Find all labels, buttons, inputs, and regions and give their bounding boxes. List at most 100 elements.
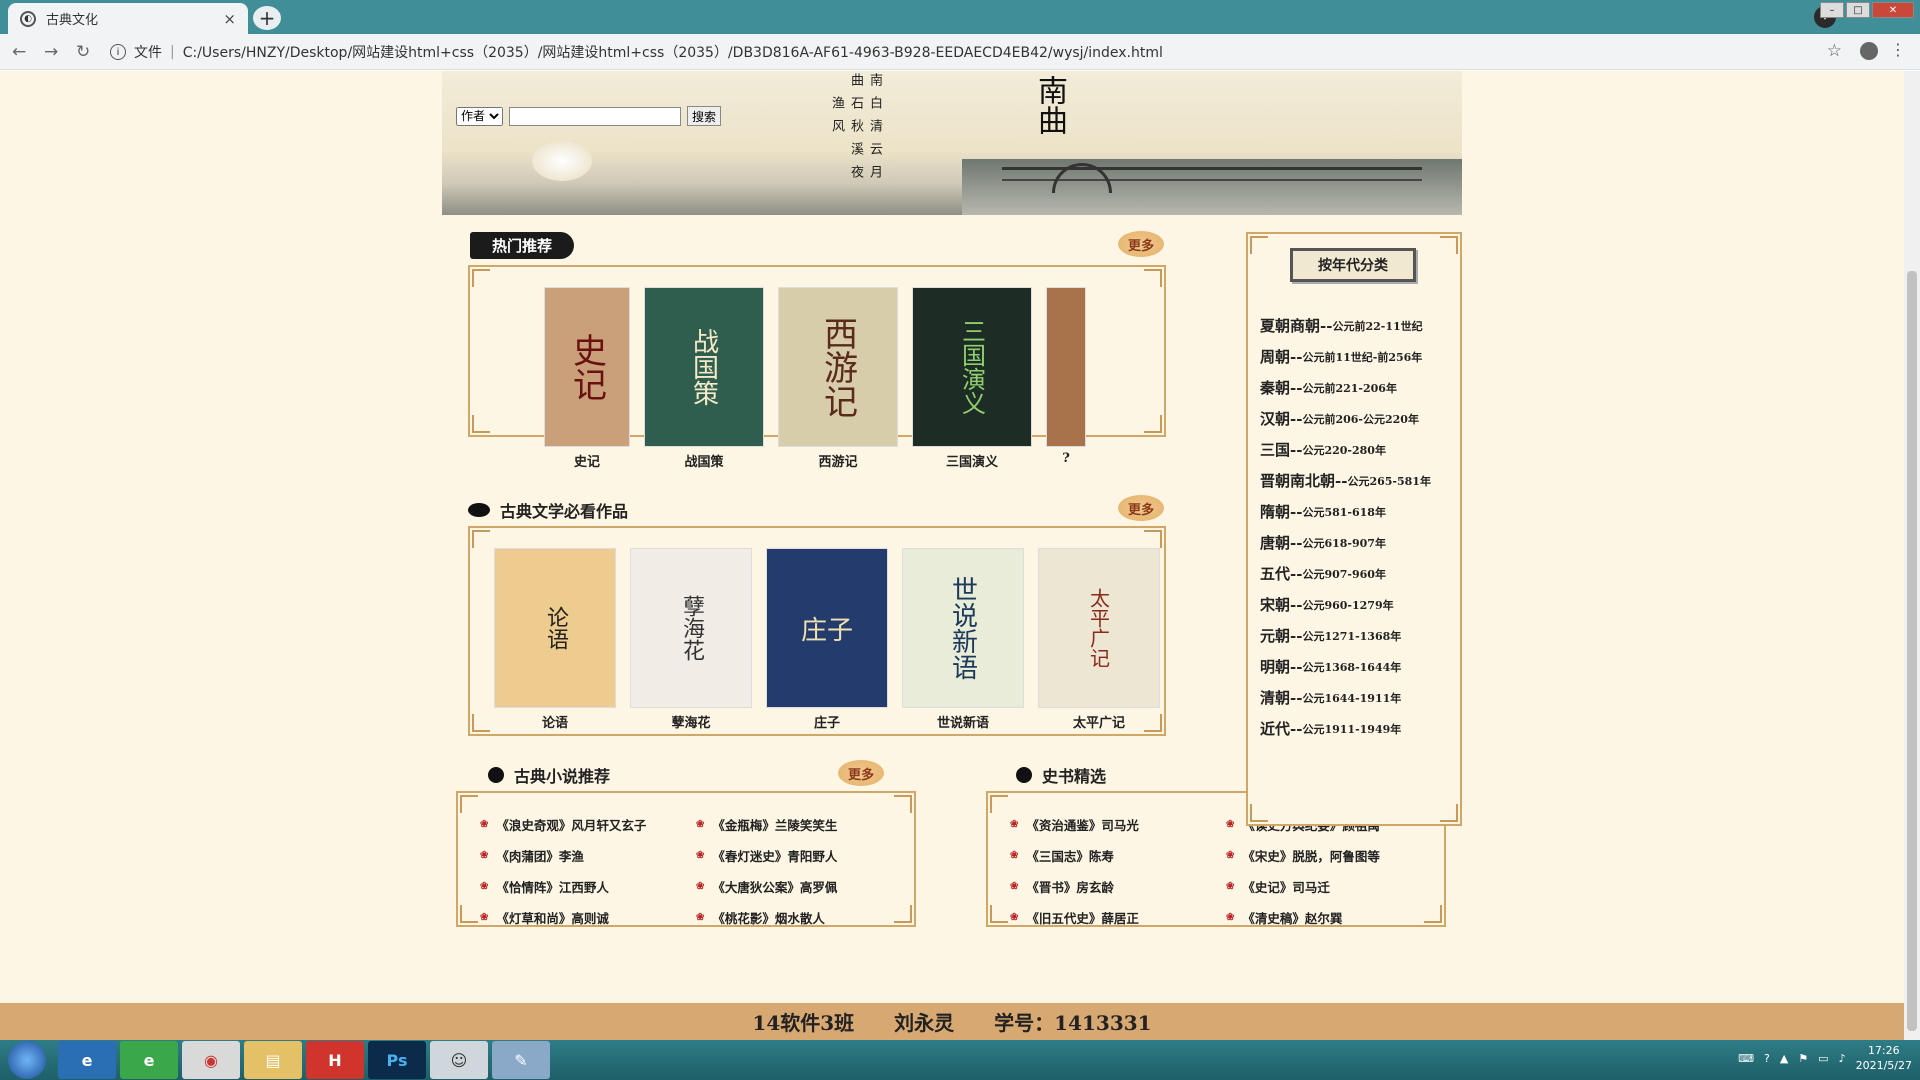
book-item[interactable]: 战国策 战国策 (644, 287, 764, 470)
list-item[interactable]: ❀ 《大唐狄公案》高罗佩 (696, 875, 912, 897)
start-button[interactable] (8, 1041, 46, 1079)
minimize-button[interactable]: – (1820, 2, 1844, 18)
maximize-button[interactable]: □ (1846, 2, 1870, 18)
list-item[interactable]: ❀ 《恰情阵》江西野人 (480, 875, 696, 897)
volume-icon[interactable]: ♪ (1839, 1052, 1846, 1065)
era-item[interactable]: 夏朝商朝-- 公元前22-11世纪 (1260, 310, 1460, 341)
hot-section-title: 热门推荐 (470, 232, 575, 259)
era-item[interactable]: 五代-- 公元907-960年 (1260, 558, 1460, 589)
hbuilder-icon[interactable]: H (306, 1041, 364, 1079)
browser-360-icon[interactable]: e (120, 1041, 178, 1079)
era-item[interactable]: 隋朝-- 公元581-618年 (1260, 496, 1460, 527)
book-item[interactable]: 世说新语 世说新语 (902, 548, 1024, 731)
menu-icon[interactable]: ⋮ (1890, 40, 1906, 59)
url-field[interactable]: i 文件 | C:/Users/HNZY/Desktop/网站建设html+cs… (110, 38, 1830, 66)
keyboard-icon[interactable]: ⌨ (1738, 1052, 1754, 1065)
chrome-icon[interactable]: ◉ (182, 1041, 240, 1079)
avatar-app-icon[interactable]: ☺ (430, 1041, 488, 1079)
window-close-button[interactable]: ✕ (1872, 2, 1914, 18)
hot-more-button[interactable]: 更多 (1118, 231, 1164, 257)
era-list: 夏朝商朝-- 公元前22-11世纪 周朝-- 公元前11世纪-前256年 秦朝-- 公… (1260, 310, 1460, 744)
tab-title: 古典文化 (46, 13, 99, 28)
ink-icon (468, 503, 490, 517)
list-item[interactable]: ❀ 《三国志》陈寿 (1010, 844, 1226, 866)
clock[interactable]: 17:26 2021/5/27 (1856, 1043, 1912, 1073)
taskbar: e e ◉ ▤ H Ps ☺ ✎ ⌨ ? ▲ ⚑ ▭ ♪ 17:26 2021/… (0, 1040, 1920, 1080)
ie-icon[interactable]: e (58, 1041, 116, 1079)
ink-dot-icon (488, 767, 504, 783)
back-icon[interactable]: ← (12, 42, 26, 62)
network-icon[interactable]: ▭ (1818, 1052, 1828, 1065)
era-item[interactable]: 周朝-- 公元前11世纪-前256年 (1260, 341, 1460, 372)
reload-icon[interactable]: ↻ (76, 42, 90, 62)
vertical-scrollbar[interactable] (1904, 71, 1920, 1040)
close-icon[interactable]: × (223, 10, 236, 28)
list-item[interactable]: ❀ 《桃花影》烟水散人 (696, 906, 912, 928)
photoshop-icon[interactable]: Ps (368, 1041, 426, 1079)
classics-frame: 论语 论语 孽海花 孽海花 庄子 庄子 世说新语 世说新语 太平广记 太平广记 (468, 526, 1166, 736)
list-item[interactable]: ❀ 《金瓶梅》兰陵笑笑生 (696, 813, 912, 835)
scrollbar-thumb[interactable] (1907, 271, 1917, 1031)
system-tray: ⌨ ? ▲ ⚑ ▭ ♪ 17:26 2021/5/27 (1738, 1043, 1912, 1073)
era-item[interactable]: 唐朝-- 公元618-907年 (1260, 527, 1460, 558)
info-icon[interactable]: i (110, 44, 126, 60)
novels-more-button[interactable]: 更多 (838, 760, 884, 786)
search-type-select[interactable]: 作者 (456, 106, 503, 126)
page-content: 南曲 白石渔 清秋风 云溪 月夜 南曲 作者 搜索 热门推荐 更多 史记 史记 … (0, 71, 1904, 1040)
list-item[interactable]: ❀ 《宋史》脱脱，阿鲁图等 (1226, 844, 1442, 866)
new-tab-button[interactable]: + (253, 6, 281, 30)
book-item[interactable]: 史记 史记 (544, 287, 630, 470)
forward-icon[interactable]: → (44, 42, 58, 62)
bookmark-star-icon[interactable]: ☆ (1827, 41, 1842, 61)
list-item[interactable]: ❀ 《旧五代史》薛居正 (1010, 906, 1226, 928)
list-item[interactable]: ❀ 《史记》司马迁 (1226, 875, 1442, 897)
list-item[interactable]: ❀ 《春灯迷史》青阳野人 (696, 844, 912, 866)
novels-list: ❀ 《浪史奇观》风月轩又玄子 ❀ 《金瓶梅》兰陵笑笑生 ❀ 《肉蒲团》李渔 ❀ 《春灯迷… (480, 813, 912, 928)
up-arrow-icon[interactable]: ▲ (1780, 1052, 1788, 1065)
era-item[interactable]: 宋朝-- 公元960-1279年 (1260, 589, 1460, 620)
browser-tab[interactable]: ◐ 古典文化 × (8, 3, 248, 34)
paint-icon[interactable]: ✎ (492, 1041, 550, 1079)
list-item[interactable]: ❀ 《资治通鉴》司马光 (1010, 813, 1226, 835)
book-item[interactable]: 论语 论语 (494, 548, 616, 731)
banner-title: 南曲 (1032, 75, 1067, 135)
ink-dot-icon (1016, 767, 1032, 783)
hot-frame: 史记 史记 战国策 战国策 西游记 西游记 三国演义 三国演义 ? (468, 265, 1166, 470)
book-item[interactable]: 西游记 西游记 (778, 287, 898, 470)
history-section-title: 史书精选 (1016, 763, 1106, 787)
url-text: C:/Users/HNZY/Desktop/网站建设html+css（2035）… (182, 45, 1163, 61)
book-item[interactable]: 三国演义 三国演义 (912, 287, 1032, 470)
era-item[interactable]: 三国-- 公元220-280年 (1260, 434, 1460, 465)
book-item[interactable]: 庄子 庄子 (766, 548, 888, 731)
flag-icon[interactable]: ⚑ (1798, 1052, 1808, 1065)
search-input[interactable] (509, 106, 681, 126)
footer-id: 学号：1413331 (994, 1011, 1152, 1035)
help-icon[interactable]: ? (1764, 1052, 1770, 1065)
explorer-icon[interactable]: ▤ (244, 1041, 302, 1079)
era-item[interactable]: 汉朝-- 公元前206-公元220年 (1260, 403, 1460, 434)
account-icon[interactable] (1860, 42, 1878, 60)
classics-section-title: 古典文学必看作品 (468, 498, 628, 522)
list-item[interactable]: ❀ 《肉蒲团》李渔 (480, 844, 696, 866)
book-item[interactable]: 太平广记 太平广记 (1038, 548, 1160, 731)
list-item[interactable]: ❀ 《浪史奇观》风月轩又玄子 (480, 813, 696, 835)
era-item[interactable]: 明朝-- 公元1368-1644年 (1260, 651, 1460, 682)
novels-section-title: 古典小说推荐 (488, 763, 610, 787)
search-button[interactable]: 搜索 (687, 106, 722, 126)
separator: | (170, 44, 175, 60)
book-item[interactable]: 孽海花 孽海花 (630, 548, 752, 731)
era-item[interactable]: 清朝-- 公元1644-1911年 (1260, 682, 1460, 713)
list-item[interactable]: ❀ 《清史稿》赵尔巽 (1226, 906, 1442, 928)
page-footer: 14软件3班 刘永灵 学号：1413331 (0, 1003, 1904, 1040)
book-item[interactable]: ? (1046, 287, 1086, 470)
footer-class: 14软件3班 (752, 1011, 855, 1035)
list-item[interactable]: ❀ 《灯草和尚》高则诚 (480, 906, 696, 928)
classics-more-button[interactable]: 更多 (1118, 495, 1164, 521)
era-item[interactable]: 晋朝南北朝-- 公元265-581年 (1260, 465, 1460, 496)
era-item[interactable]: 秦朝-- 公元前221-206年 (1260, 372, 1460, 403)
classics-book-list: 论语 论语 孽海花 孽海花 庄子 庄子 世说新语 世说新语 太平广记 太平广记 (494, 548, 1160, 731)
era-item[interactable]: 近代-- 公元1911-1949年 (1260, 713, 1460, 744)
era-item[interactable]: 元朝-- 公元1271-1368年 (1260, 620, 1460, 651)
banner-image: 南曲 白石渔 清秋风 云溪 月夜 南曲 (442, 71, 1462, 215)
list-item[interactable]: ❀ 《晋书》房玄龄 (1010, 875, 1226, 897)
